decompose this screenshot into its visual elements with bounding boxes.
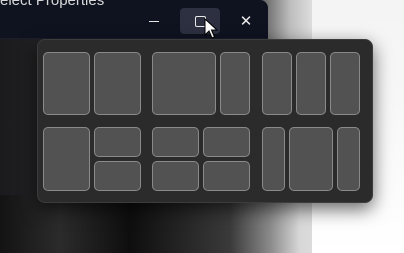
- snap-layout-left-and-two-stacked-right[interactable]: [43, 127, 141, 191]
- window-title-bar[interactable]: elect Properties ✕: [0, 0, 268, 39]
- snap-layout-narrow-wide-narrow[interactable]: [262, 127, 360, 191]
- snap-zone[interactable]: [337, 127, 360, 191]
- snap-layout-two-equal-columns[interactable]: [43, 52, 141, 115]
- snap-zone[interactable]: [262, 52, 292, 115]
- snap-zone[interactable]: [262, 127, 285, 191]
- snap-layouts-flyout: [37, 39, 373, 203]
- mouse-pointer-icon: [204, 18, 218, 39]
- snap-zone[interactable]: [203, 161, 250, 191]
- close-icon: ✕: [239, 13, 253, 30]
- window-title: elect Properties: [0, 0, 105, 9]
- snap-zone[interactable]: [330, 52, 360, 115]
- snap-zone[interactable]: [289, 127, 333, 191]
- snap-zone[interactable]: [43, 127, 90, 191]
- snap-zone[interactable]: [203, 127, 250, 157]
- snap-zone[interactable]: [296, 52, 326, 115]
- snap-layout-wide-left-narrow-right[interactable]: [152, 52, 250, 115]
- snap-zone[interactable]: [152, 161, 199, 191]
- snap-layout-four-quadrants[interactable]: [152, 127, 250, 191]
- minimize-icon: [149, 20, 159, 22]
- snap-zone[interactable]: [220, 52, 250, 115]
- snap-zone[interactable]: [43, 52, 90, 115]
- snap-layout-three-columns[interactable]: [262, 52, 360, 115]
- close-button[interactable]: ✕: [226, 8, 266, 34]
- snap-zone[interactable]: [152, 52, 216, 115]
- minimize-button[interactable]: [134, 8, 174, 34]
- snap-zone[interactable]: [94, 127, 141, 157]
- snap-zone[interactable]: [94, 52, 141, 115]
- snap-zone[interactable]: [94, 161, 141, 191]
- snap-zone[interactable]: [152, 127, 199, 157]
